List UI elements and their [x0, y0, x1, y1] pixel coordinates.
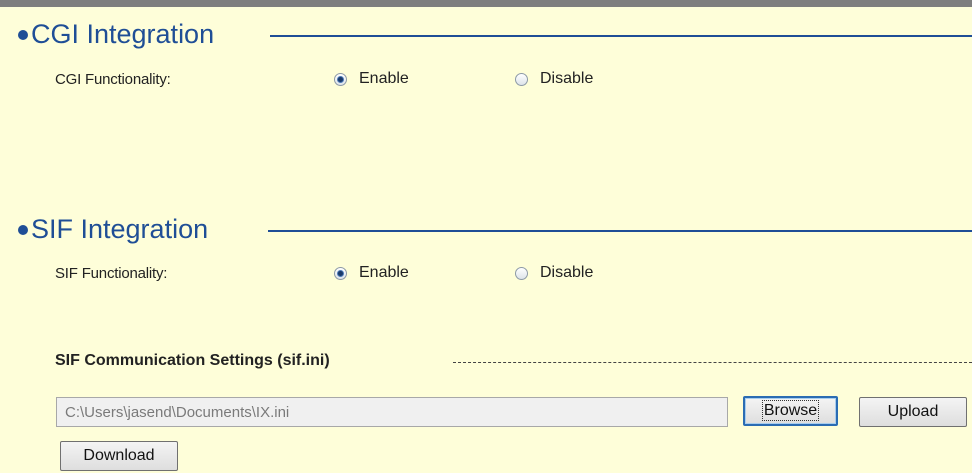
sif-enable-label: Enable: [359, 264, 409, 281]
download-button-label: Download: [83, 447, 155, 464]
browse-button[interactable]: Browse: [743, 396, 838, 426]
radio-checked-icon[interactable]: [334, 72, 347, 86]
download-button[interactable]: Download: [60, 441, 178, 471]
cgi-functionality-label: CGI Functionality:: [55, 71, 171, 88]
bullet-icon: [18, 225, 28, 235]
sif-comm-settings-header: SIF Communication Settings (sif.ini): [55, 352, 972, 372]
cgi-disable-label: Disable: [540, 70, 594, 87]
sif-disable-label: Disable: [540, 264, 594, 281]
cgi-enable-label: Enable: [359, 70, 409, 87]
browse-button-label: Browse: [761, 400, 820, 421]
top-border: [0, 0, 972, 7]
sif-comm-settings-title: SIF Communication Settings (sif.ini): [55, 352, 330, 369]
sif-section-title: SIF Integration: [18, 212, 208, 246]
sif-file-path-input[interactable]: [56, 397, 728, 427]
upload-button-label: Upload: [887, 403, 939, 420]
bullet-icon: [18, 30, 28, 40]
cgi-enable-radio[interactable]: Enable: [334, 70, 409, 88]
cgi-section-header: CGI Integration: [18, 17, 972, 51]
sif-section-rule: [268, 230, 972, 232]
cgi-section-title-text: CGI Integration: [31, 19, 215, 49]
radio-checked-icon[interactable]: [334, 266, 347, 280]
upload-button[interactable]: Upload: [859, 397, 967, 427]
cgi-disable-radio[interactable]: Disable: [515, 70, 593, 88]
cgi-section-rule: [270, 35, 972, 37]
sif-section-header: SIF Integration: [18, 212, 972, 246]
sif-section-title-text: SIF Integration: [31, 214, 209, 244]
sif-functionality-label: SIF Functionality:: [55, 265, 168, 282]
sif-comm-settings-rule: [453, 362, 972, 363]
sif-disable-radio[interactable]: Disable: [515, 264, 593, 282]
radio-unchecked-icon[interactable]: [515, 72, 528, 86]
radio-unchecked-icon[interactable]: [515, 266, 528, 280]
sif-enable-radio[interactable]: Enable: [334, 264, 409, 282]
cgi-section-title: CGI Integration: [18, 17, 214, 51]
